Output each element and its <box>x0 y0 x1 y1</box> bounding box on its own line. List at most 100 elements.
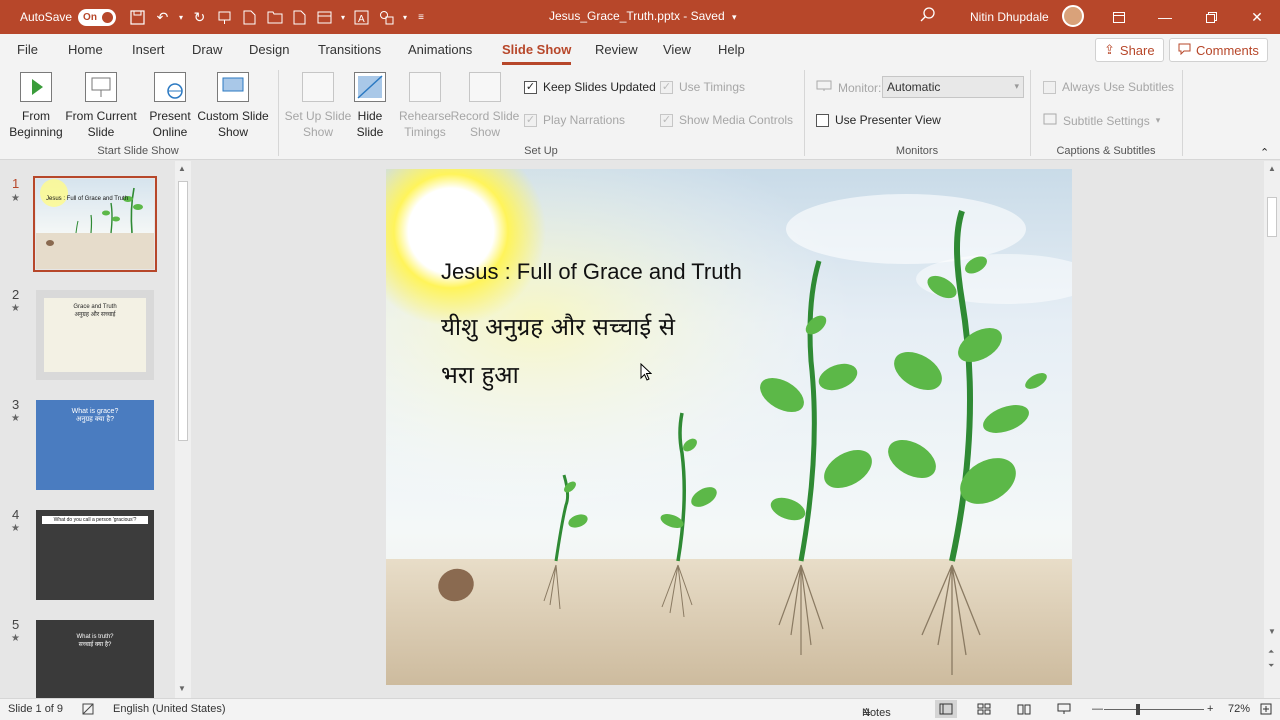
normal-view-icon[interactable] <box>935 700 957 718</box>
star-icon: ★ <box>11 633 20 644</box>
document-title[interactable]: Jesus_Grace_Truth.pptx - Saved ▾ <box>549 9 737 23</box>
tab-review[interactable]: Review <box>595 42 638 57</box>
accessibility-icon[interactable] <box>82 703 94 718</box>
play-narrations-checkbox[interactable]: ✓ Play Narrations <box>524 113 625 127</box>
custom-slide-show-button[interactable]: Custom Slide Show <box>196 68 270 140</box>
undo-icon[interactable]: ↶ <box>151 5 174 29</box>
reading-view-icon[interactable] <box>1017 703 1031 718</box>
slide-thumbnail-4[interactable]: What do you call a person 'gracious'? <box>36 510 154 600</box>
slide-title[interactable]: Jesus : Full of Grace and Truth <box>441 259 742 285</box>
monitor-select[interactable]: Automatic ▾ <box>882 76 1024 98</box>
fit-to-window-icon[interactable] <box>1260 703 1272 718</box>
new-file-icon[interactable] <box>238 5 261 29</box>
textbox-icon[interactable]: A <box>350 5 373 29</box>
scroll-thumb[interactable] <box>1267 197 1277 237</box>
tab-transitions[interactable]: Transitions <box>318 42 381 57</box>
shapes-icon[interactable] <box>375 5 398 29</box>
zoom-slider[interactable] <box>1104 709 1204 710</box>
separator <box>804 70 805 156</box>
comment-icon <box>1178 43 1191 58</box>
close-icon[interactable]: ✕ <box>1234 0 1280 34</box>
show-media-controls-checkbox[interactable]: ✓ Show Media Controls <box>660 113 793 127</box>
tab-animations[interactable]: Animations <box>408 42 472 57</box>
slide-thumbnail-2[interactable]: Grace and Truth अनुग्रह और सच्चाई <box>36 290 154 380</box>
tab-view[interactable]: View <box>663 42 691 57</box>
tab-slide-show[interactable]: Slide Show <box>502 42 572 65</box>
share-button[interactable]: ⇪ Share <box>1095 38 1164 62</box>
set-up-slide-show-button[interactable]: Set Up Slide Show <box>284 68 352 140</box>
scroll-up-icon[interactable]: ▲ <box>178 164 186 173</box>
slide-show-view-icon[interactable] <box>1057 703 1071 718</box>
subtitle-settings-button[interactable]: Subtitle Settings ▾ <box>1043 113 1160 128</box>
scroll-down-icon[interactable]: ▼ <box>1268 627 1276 636</box>
from-current-slide-button[interactable]: From Current Slide <box>64 68 138 140</box>
present-icon[interactable] <box>213 5 236 29</box>
tab-design[interactable]: Design <box>249 42 289 57</box>
star-icon: ★ <box>11 193 20 204</box>
title-bar: AutoSave On ↶ ▾ ↻ ▾ A ▾ ≡ Jesus_Grace_Tr… <box>0 0 1280 34</box>
tab-insert[interactable]: Insert <box>132 42 165 57</box>
scroll-down-icon[interactable]: ▼ <box>178 684 186 693</box>
hide-slide-button[interactable]: Hide Slide <box>348 68 392 140</box>
autosave[interactable]: AutoSave On <box>20 8 117 26</box>
slide-scrollbar[interactable]: ▲ ▼ ⏶ ⏷ <box>1264 161 1280 698</box>
group-label-setup: Set Up <box>524 145 558 157</box>
shapes-dropdown-icon[interactable]: ▾ <box>400 5 410 29</box>
user-name[interactable]: Nitin Dhupdale <box>970 10 1049 24</box>
tab-file[interactable]: File <box>17 42 38 57</box>
present-online-button[interactable]: Present Online <box>142 68 198 140</box>
slide-thumbnail-1[interactable]: Jesus : Full of Grace and Truth <box>33 176 157 272</box>
zoom-in-icon[interactable]: + <box>1207 703 1213 715</box>
layout-icon[interactable] <box>313 5 336 29</box>
comments-button[interactable]: Comments <box>1169 38 1268 62</box>
zoom-out-icon[interactable]: — <box>1092 703 1103 715</box>
scroll-thumb[interactable] <box>178 181 188 441</box>
collapse-ribbon-icon[interactable]: ⌃ <box>1260 146 1269 159</box>
slide-hindi-subtitle[interactable]: यीशु अनुग्रह और सच्चाई से भरा हुआ <box>441 303 675 399</box>
group-label-captions: Captions & Subtitles <box>1056 145 1156 157</box>
thumbnail-subtitle: अनुग्रह क्या है? <box>75 416 114 423</box>
chevron-down-icon: ▾ <box>731 12 737 22</box>
tab-draw[interactable]: Draw <box>192 42 222 57</box>
customize-qat-icon[interactable]: ≡ <box>412 5 430 29</box>
ribbon-display-options-icon[interactable] <box>1096 0 1142 34</box>
checkmark-icon: ✓ <box>524 80 537 94</box>
slide-number: 1 <box>12 176 20 191</box>
share-icon: ⇪ <box>1104 42 1115 57</box>
always-use-subtitles-checkbox[interactable]: Always Use Subtitles <box>1043 80 1174 94</box>
slide-thumbnail-5[interactable]: What is truth? सच्चाई क्या है? <box>36 620 154 710</box>
keep-slides-updated-checkbox[interactable]: ✓ Keep Slides Updated <box>524 80 656 94</box>
rehearse-timings-button[interactable]: Rehearse Timings <box>396 68 454 140</box>
slide-sorter-icon[interactable] <box>977 703 991 718</box>
toggle-knob <box>102 11 114 23</box>
layout-dropdown-icon[interactable]: ▾ <box>338 5 348 29</box>
tab-help[interactable]: Help <box>718 42 745 57</box>
avatar[interactable] <box>1062 5 1084 27</box>
redo-icon[interactable]: ↻ <box>188 5 211 29</box>
zoom-slider-thumb[interactable] <box>1136 704 1140 715</box>
search-icon[interactable] <box>920 7 936 27</box>
from-beginning-button[interactable]: From Beginning <box>6 68 66 140</box>
use-timings-checkbox[interactable]: ✓ Use Timings <box>660 80 745 94</box>
previous-slide-icon[interactable]: ⏶ <box>1268 647 1274 657</box>
minimize-icon[interactable]: — <box>1142 0 1188 34</box>
open-folder-icon[interactable] <box>263 5 286 29</box>
next-slide-icon[interactable]: ⏷ <box>1268 661 1274 671</box>
thumbnail-title: Jesus : Full of Grace and Truth <box>46 196 129 202</box>
pdf-icon[interactable] <box>288 5 311 29</box>
record-slide-show-button[interactable]: Record Slide Show <box>450 68 520 140</box>
restore-icon[interactable] <box>1188 0 1234 34</box>
slide-thumbnail-3[interactable]: What is grace? अनुग्रह क्या है? <box>36 400 154 490</box>
language-status[interactable]: English (United States) <box>113 703 226 715</box>
slide-number: 4 <box>12 507 20 522</box>
checkmark-icon: ✓ <box>660 80 673 94</box>
scroll-up-icon[interactable]: ▲ <box>1268 164 1276 173</box>
tab-home[interactable]: Home <box>68 42 103 57</box>
zoom-level[interactable]: 72% <box>1228 703 1250 715</box>
use-presenter-view-checkbox[interactable]: Use Presenter View <box>816 113 941 127</box>
autosave-toggle[interactable]: On <box>78 8 117 26</box>
current-slide[interactable]: Jesus : Full of Grace and Truth यीशु अनु… <box>386 169 1072 685</box>
save-icon[interactable] <box>126 5 149 29</box>
thumbnail-scrollbar[interactable]: ▲ ▼ <box>175 161 191 698</box>
undo-dropdown-icon[interactable]: ▾ <box>176 5 186 29</box>
